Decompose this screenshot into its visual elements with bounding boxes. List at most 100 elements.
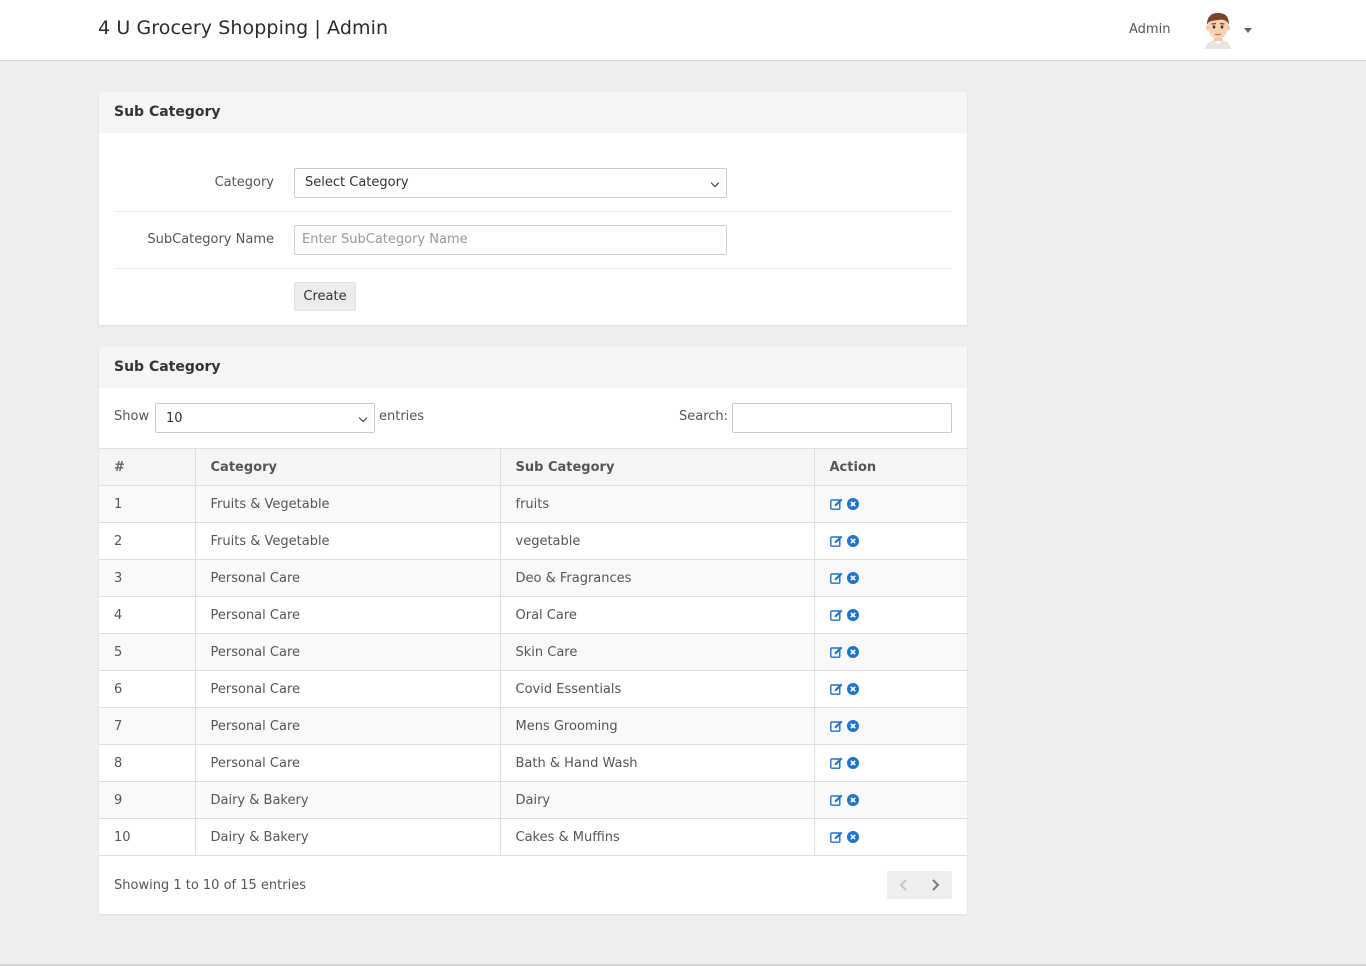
- row-category: Personal Care: [195, 744, 501, 782]
- delete-icon[interactable]: [846, 497, 859, 512]
- row-category: Personal Care: [195, 670, 501, 708]
- category-select-value: Select Category: [305, 175, 409, 190]
- divider: [114, 211, 952, 212]
- row-actions: [814, 633, 967, 671]
- row-actions: [814, 818, 967, 856]
- row-category: Personal Care: [195, 559, 501, 597]
- chevron-left-icon[interactable]: [887, 871, 919, 899]
- delete-icon[interactable]: [846, 645, 859, 660]
- row-actions: [814, 670, 967, 708]
- table-body: 1 Fruits & Vegetable fruits 2 Fruits & Veget…: [99, 485, 967, 856]
- delete-icon[interactable]: [846, 756, 859, 771]
- table-row: 6 Personal Care Covid Essentials: [99, 670, 967, 708]
- row-number: 2: [99, 522, 196, 560]
- subcategory-table-panel: Sub Category Show 10 entries Search: # C…: [99, 347, 967, 914]
- app-title[interactable]: 4 U Grocery Shopping | Admin: [98, 17, 388, 39]
- row-number: 4: [99, 596, 196, 634]
- chevron-down-icon: [358, 413, 368, 423]
- row-number: 7: [99, 707, 196, 745]
- edit-icon[interactable]: [829, 608, 847, 623]
- row-actions: [814, 485, 967, 523]
- row-number: 6: [99, 670, 196, 708]
- page-length-value: 10: [166, 411, 183, 426]
- create-button[interactable]: Create: [294, 282, 356, 311]
- category-label: Category: [214, 175, 274, 190]
- delete-icon[interactable]: [846, 793, 859, 808]
- row-subcategory: Dairy: [500, 781, 815, 819]
- edit-icon[interactable]: [829, 719, 847, 734]
- row-subcategory: vegetable: [500, 522, 815, 560]
- delete-icon[interactable]: [846, 534, 859, 549]
- row-actions: [814, 781, 967, 819]
- form-panel-title: Sub Category: [99, 92, 967, 133]
- edit-icon[interactable]: [829, 497, 847, 512]
- row-subcategory: Bath & Hand Wash: [500, 744, 815, 782]
- row-category: Dairy & Bakery: [195, 818, 501, 856]
- table-info: Showing 1 to 10 of 15 entries: [114, 878, 306, 893]
- table-row: 3 Personal Care Deo & Fragrances: [99, 559, 967, 597]
- delete-icon[interactable]: [846, 571, 859, 586]
- chevron-down-icon: [710, 178, 720, 188]
- edit-icon[interactable]: [829, 756, 847, 771]
- row-number: 10: [99, 818, 196, 856]
- search-label: Search:: [679, 409, 729, 424]
- row-number: 8: [99, 744, 196, 782]
- subcategory-name-input[interactable]: Enter SubCategory Name: [294, 225, 727, 255]
- row-category: Personal Care: [195, 596, 501, 634]
- avatar-icon[interactable]: [1201, 11, 1235, 49]
- pagination: [887, 871, 952, 899]
- delete-icon[interactable]: [846, 682, 859, 697]
- row-actions: [814, 744, 967, 782]
- subcategory-name-label: SubCategory Name: [147, 232, 274, 247]
- page-length-select[interactable]: 10: [155, 403, 375, 433]
- row-actions: [814, 707, 967, 745]
- column-header-category[interactable]: Category: [195, 448, 501, 486]
- row-actions: [814, 596, 967, 634]
- table-row: 7 Personal Care Mens Grooming: [99, 707, 967, 745]
- category-select[interactable]: Select Category: [294, 168, 727, 198]
- row-subcategory: Covid Essentials: [500, 670, 815, 708]
- row-subcategory: Mens Grooming: [500, 707, 815, 745]
- row-category: Personal Care: [195, 633, 501, 671]
- edit-icon[interactable]: [829, 571, 847, 586]
- edit-icon[interactable]: [829, 682, 847, 697]
- table-row: 5 Personal Care Skin Care: [99, 633, 967, 671]
- chevron-right-icon[interactable]: [920, 871, 952, 899]
- subcategory-form-panel: Sub Category Category Select Category Su…: [99, 92, 967, 325]
- row-subcategory: fruits: [500, 485, 815, 523]
- column-header-subcategory[interactable]: Sub Category: [500, 448, 815, 486]
- entries-label: entries: [379, 409, 425, 424]
- table-panel-title: Sub Category: [99, 347, 967, 388]
- row-number: 3: [99, 559, 196, 597]
- row-subcategory: Oral Care: [500, 596, 815, 634]
- delete-icon[interactable]: [846, 830, 859, 845]
- edit-icon[interactable]: [829, 830, 847, 845]
- show-label: Show: [114, 409, 150, 424]
- table-row: 1 Fruits & Vegetable fruits: [99, 485, 967, 523]
- delete-icon[interactable]: [846, 719, 859, 734]
- table-row: 9 Dairy & Bakery Dairy: [99, 781, 967, 819]
- column-header-number[interactable]: #: [99, 448, 196, 486]
- table-row: 8 Personal Care Bath & Hand Wash: [99, 744, 967, 782]
- edit-icon[interactable]: [829, 645, 847, 660]
- column-header-action: Action: [814, 448, 967, 486]
- table-row: 2 Fruits & Vegetable vegetable: [99, 522, 967, 560]
- table-row: 4 Personal Care Oral Care: [99, 596, 967, 634]
- table-header-row: # Category Sub Category Action: [99, 448, 967, 486]
- row-number: 5: [99, 633, 196, 671]
- row-number: 9: [99, 781, 196, 819]
- subcategory-table: # Category Sub Category Action 1 Fruits &…: [99, 448, 967, 856]
- caret-down-icon[interactable]: [1244, 28, 1252, 33]
- row-category: Fruits & Vegetable: [195, 522, 501, 560]
- edit-icon[interactable]: [829, 534, 847, 549]
- top-navbar: 4 U Grocery Shopping | Admin Admin: [0, 0, 1366, 61]
- table-row: 10 Dairy & Bakery Cakes & Muffins: [99, 818, 967, 856]
- edit-icon[interactable]: [829, 793, 847, 808]
- divider: [114, 268, 952, 269]
- row-category: Personal Care: [195, 707, 501, 745]
- delete-icon[interactable]: [846, 608, 859, 623]
- search-input[interactable]: [732, 403, 952, 433]
- row-number: 1: [99, 485, 196, 523]
- user-name[interactable]: Admin: [1129, 22, 1170, 37]
- row-actions: [814, 559, 967, 597]
